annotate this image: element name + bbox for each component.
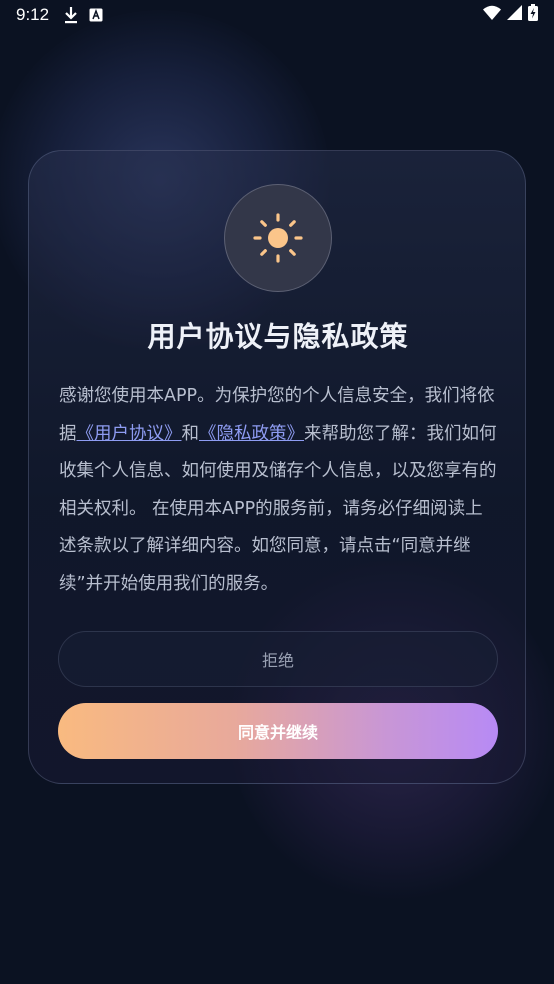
status-time: 9:12 — [16, 5, 50, 24]
status-bar: 9:12 — [0, 0, 554, 30]
user-agreement-link[interactable]: 《用户协议》 — [77, 424, 182, 444]
battery-charging-icon — [528, 4, 538, 26]
dialog-body-text: 感谢您使用本APP。为保护您的个人信息安全，我们将依据《用户协议》和《隐私政策》… — [59, 378, 499, 603]
sun-icon-badge — [224, 184, 332, 292]
sun-icon — [253, 213, 303, 263]
body-text-segment-2: 和 — [181, 423, 200, 444]
status-icons-right — [483, 4, 538, 26]
privacy-dialog-card: 用户协议与隐私政策 感谢您使用本APP。为保护您的个人信息安全，我们将依据《用户… — [28, 150, 526, 784]
signal-icon — [507, 5, 522, 25]
privacy-policy-link[interactable]: 《隐私政策》 — [199, 424, 304, 444]
keyboard-a-icon — [89, 8, 103, 22]
download-icon — [63, 6, 79, 24]
wifi-icon — [483, 5, 501, 25]
body-text-segment-3: 来帮助您了解：我们如何收集个人信息、如何使用及储存个人信息，以及您享有的相关权利… — [59, 423, 497, 594]
agree-and-continue-button[interactable]: 同意并继续 — [58, 703, 498, 759]
reject-button[interactable]: 拒绝 — [58, 631, 498, 687]
dialog-title: 用户协议与隐私政策 — [147, 320, 409, 353]
